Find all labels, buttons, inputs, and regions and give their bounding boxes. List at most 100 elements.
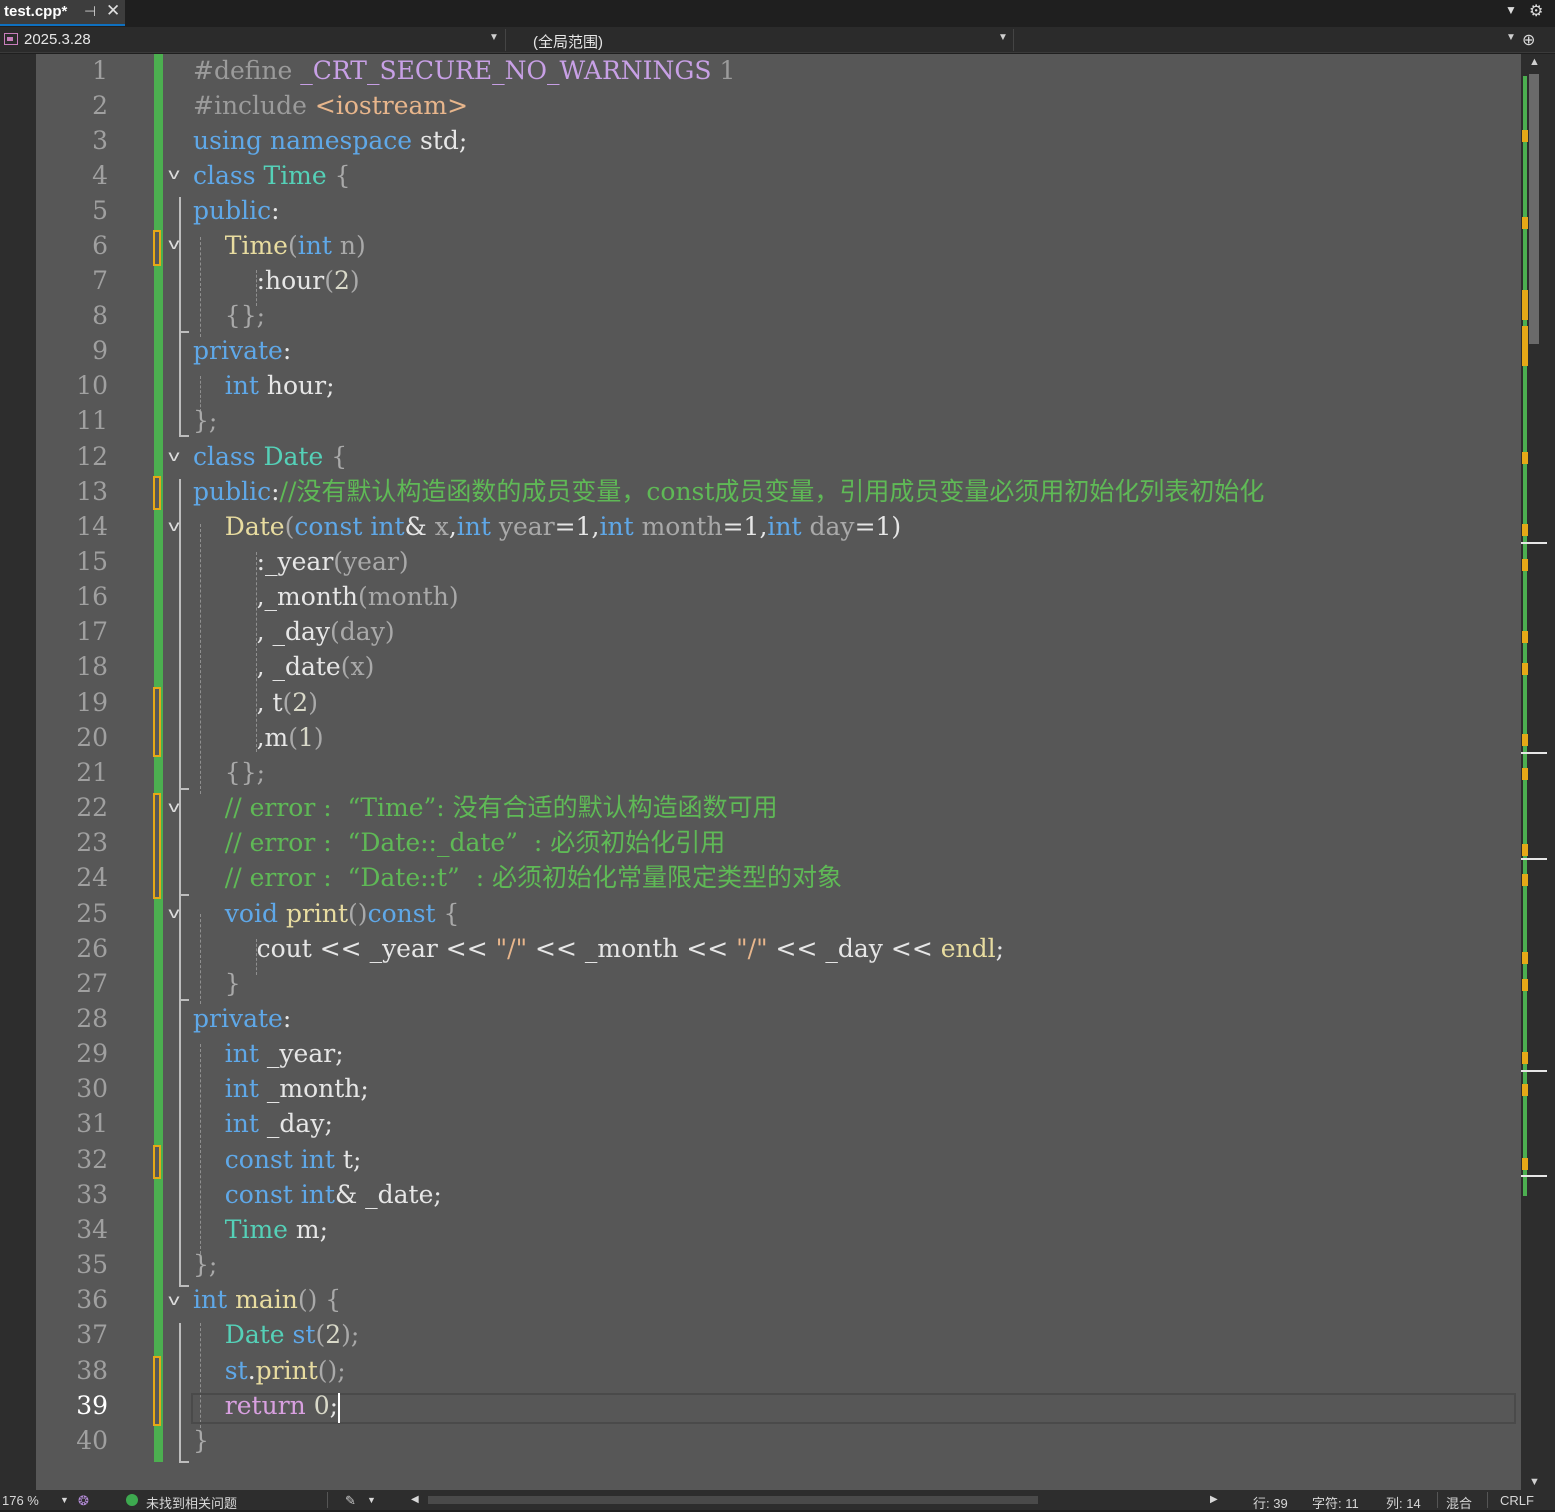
code-line[interactable]: 25 void print()const { [36,897,1521,932]
token: : [271,477,280,506]
pin-icon[interactable]: ⊣ [84,3,96,20]
code-line[interactable]: 33 const int& _date; [36,1178,1521,1213]
code-line[interactable]: 11 }; [36,404,1521,439]
code-line[interactable]: 10 int hour; [36,369,1521,404]
code-line[interactable]: 13 public://没有默认构造函数的成员变量，const成员变量，引用成员… [36,475,1521,510]
code-line[interactable]: 34 Time m; [36,1213,1521,1248]
code-line[interactable]: 15 :_year(year) [36,545,1521,580]
code-line[interactable]: 1 #define _CRT_SECURE_NO_WARNINGS 1 [36,54,1521,89]
code-line[interactable]: 20 ,m(1) [36,721,1521,756]
code-line[interactable]: 3 using namespace std; [36,124,1521,159]
code-line[interactable]: 29 int _year; [36,1037,1521,1072]
zoom-level[interactable]: 176 % [2,1493,39,1508]
line-number: 27 [76,969,108,998]
chevron-down-icon[interactable]: ▼ [1505,3,1517,17]
token: const [224,1145,293,1174]
code-line[interactable]: 40 } [36,1424,1521,1459]
code-line-current[interactable]: 39 return 0; [36,1389,1521,1424]
line-number: 28 [76,1004,108,1033]
split-window-icon[interactable]: ⊕ [1522,30,1535,50]
char-indicator[interactable]: 字符: 11 [1312,1493,1359,1512]
code-line[interactable]: 35 }; [36,1248,1521,1283]
tab-test-cpp[interactable]: test.cpp* ⊣ ✕ [0,0,125,26]
scroll-right-icon[interactable]: ▶ [1210,1494,1218,1505]
code-line[interactable]: 22 // error : “Time”: 没有合适的默认构造函数可用 [36,791,1521,826]
code-line[interactable]: 9 private: [36,334,1521,369]
code-line[interactable]: 38 st.print(); [36,1354,1521,1389]
line-number: 33 [76,1180,108,1209]
token: ( [315,1320,326,1349]
code-line[interactable]: 4 class Time { [36,159,1521,194]
code-line[interactable]: 26 cout << _year << "/" << _month << "/"… [36,932,1521,967]
code-line[interactable]: 2 #include <iostream> [36,89,1521,124]
token: { [323,442,348,471]
code-line[interactable]: 16 ,_month(month) [36,580,1521,615]
issues-status[interactable]: 未找到相关问题 [146,1493,237,1512]
line-number: 2 [92,91,108,120]
code-line[interactable]: 6 Time(int n) [36,229,1521,264]
token: ; [324,1109,333,1138]
code-line[interactable]: 32 const int t; [36,1143,1521,1178]
token: << [767,934,826,963]
code-line[interactable]: 27 } [36,967,1521,1002]
horizontal-scrollbar[interactable] [428,1496,1038,1504]
scroll-left-icon[interactable]: ◀ [411,1494,419,1505]
gear-icon[interactable]: ⚙ [1529,1,1543,21]
code-line[interactable]: 8 {}; [36,299,1521,334]
token: << [882,934,941,963]
code-line[interactable]: 5 public: [36,194,1521,229]
outline-guide-end [179,1461,189,1463]
code-line[interactable]: 12 class Date { [36,440,1521,475]
code-line[interactable]: 37 Date st(2); [36,1318,1521,1353]
code-line[interactable]: 23 // error : “Date::_date” : 必须初始化引用 [36,826,1521,861]
token: namespace [269,126,413,155]
line-number: 7 [92,266,108,295]
change-overview-mark [1522,1158,1528,1170]
scope-dropdown[interactable]: (全局范围) ▼ [508,29,1011,51]
line-indicator[interactable]: 行: 39 [1253,1493,1288,1512]
code-line[interactable]: 19 , t(2) [36,686,1521,721]
code-line[interactable]: 7 :hour(2) [36,264,1521,299]
code-line[interactable]: 30 int _month; [36,1072,1521,1107]
token: Time [224,231,288,260]
line-ending[interactable]: CRLF [1500,1493,1534,1508]
chevron-down-icon[interactable]: ▼ [367,1495,376,1505]
chevron-down-icon[interactable]: ▼ [60,1495,69,1505]
scrollbar-thumb[interactable] [1529,74,1539,344]
vertical-scrollbar[interactable]: ▲ ▼ [1521,54,1555,1490]
token: ( [284,512,295,541]
scroll-up-icon[interactable]: ▲ [1529,56,1540,68]
change-overview-mark [1522,217,1528,229]
token: & [404,512,435,541]
token: m [264,723,289,752]
code-line[interactable]: 31 int _day; [36,1107,1521,1142]
project-dropdown[interactable]: 2025.3.28 ▼ [0,29,503,51]
code-line[interactable]: 28 private: [36,1002,1521,1037]
code-line[interactable]: 24 // error : “Date::t” : 必须初始化常量限定类型的对象 [36,861,1521,896]
brush-icon[interactable]: ✎ [345,1493,356,1509]
member-dropdown[interactable]: ▼ [1016,29,1518,51]
token: =1, [722,512,768,541]
divider [1487,1492,1488,1508]
token: {}; [193,301,266,330]
indent-mode[interactable]: 混合 [1446,1493,1472,1512]
code-line[interactable]: 21 {}; [36,756,1521,791]
close-icon[interactable]: ✕ [106,1,120,21]
code-line[interactable]: 18 , _date(x) [36,650,1521,685]
code-text: class Date { [193,440,347,474]
code-line[interactable]: 14 Date(const int& x,int year=1,int mont… [36,510,1521,545]
code-line[interactable]: 17 , _day(day) [36,615,1521,650]
code-editor[interactable]: v v v v v v v 1 #define _CRT_SECURE_NO_W… [36,54,1521,1490]
scroll-down-icon[interactable]: ▼ [1529,1476,1540,1488]
token: _day [825,934,883,963]
code-line[interactable]: 36 int main() { [36,1283,1521,1318]
token: using [193,126,263,155]
token: #include [193,91,315,120]
copilot-icon[interactable]: ❂ [78,1493,89,1509]
column-indicator[interactable]: 列: 14 [1386,1493,1421,1512]
